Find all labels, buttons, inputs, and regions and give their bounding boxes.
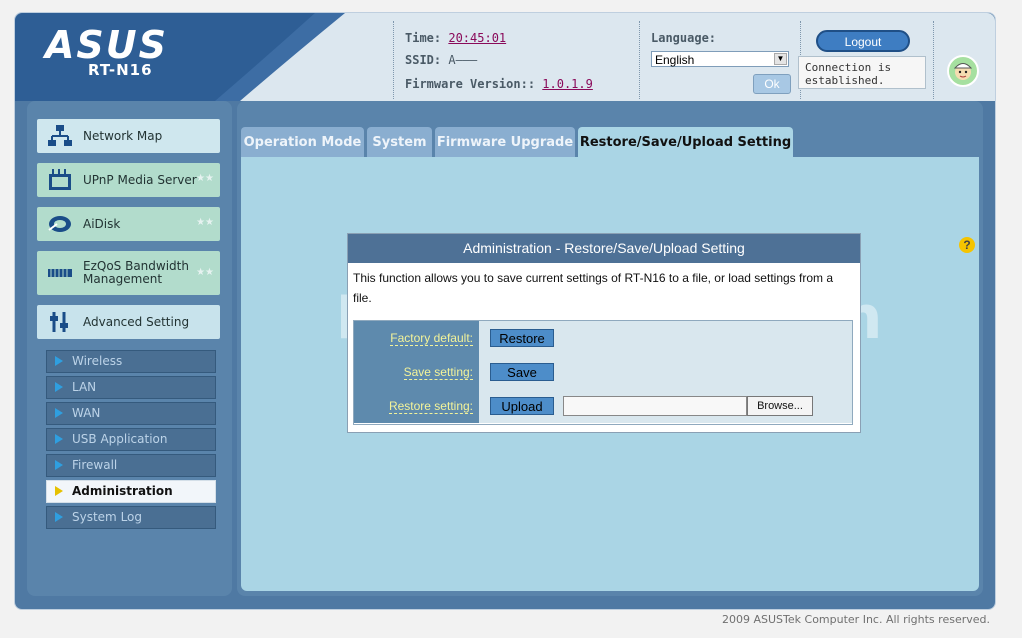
sidebar: Network Map UPnP Media Server ★★ AiDisk … bbox=[27, 101, 232, 596]
advanced-setting-icon bbox=[47, 310, 73, 334]
time-info: Time: 20:45:01 bbox=[405, 31, 506, 45]
sidebar-item-upnp-media-server[interactable]: UPnP Media Server ★★ bbox=[37, 163, 220, 197]
firmware-label: Firmware Version:: bbox=[405, 77, 536, 91]
firmware-info: Firmware Version:: 1.0.1.9 bbox=[405, 77, 593, 91]
sidebar-subitem-administration[interactable]: Administration bbox=[46, 480, 216, 503]
star-rating-icon: ★★ bbox=[196, 173, 214, 184]
language-ok-button[interactable]: Ok bbox=[753, 74, 791, 94]
router-admin-frame: ASUS RT-N16 Time: 20:45:01 SSID: A——— Fi… bbox=[14, 12, 996, 610]
ssid-label: SSID: bbox=[405, 53, 442, 67]
table-row-factory-default: Factory default: Restore bbox=[354, 321, 852, 356]
ssid-info: SSID: A——— bbox=[405, 53, 477, 67]
triangle-right-icon bbox=[55, 382, 63, 392]
browse-button[interactable]: Browse... bbox=[747, 396, 813, 416]
network-map-icon bbox=[47, 124, 73, 148]
sidebar-subitem-usb-application[interactable]: USB Application bbox=[46, 428, 216, 451]
star-rating-icon: ★★ bbox=[196, 267, 214, 278]
help-icon[interactable]: ? bbox=[959, 237, 975, 253]
aidisk-icon bbox=[47, 212, 73, 236]
sidebar-subitem-label: System Log bbox=[72, 510, 142, 524]
qos-icon bbox=[47, 261, 73, 285]
row-label: Restore setting: bbox=[354, 389, 479, 423]
triangle-right-icon bbox=[55, 486, 63, 496]
content-area: PcWinTech.com ? Administration - Restore… bbox=[241, 157, 979, 591]
divider bbox=[639, 21, 640, 99]
sidebar-subitem-wireless[interactable]: Wireless bbox=[46, 350, 216, 373]
divider bbox=[393, 21, 394, 99]
triangle-right-icon bbox=[55, 460, 63, 470]
sidebar-item-label: Advanced Setting bbox=[83, 314, 190, 329]
row-value: Restore bbox=[479, 321, 852, 355]
sidebar-item-advanced-setting[interactable]: Advanced Setting bbox=[37, 305, 220, 339]
sidebar-subitem-label: Firewall bbox=[72, 458, 118, 472]
sidebar-item-label: UPnP Media Server bbox=[83, 172, 197, 187]
language-label: Language: bbox=[651, 31, 717, 45]
footer-copyright: 2009 ASUSTek Computer Inc. All rights re… bbox=[722, 613, 990, 626]
triangle-right-icon bbox=[55, 512, 63, 522]
model-name: RT-N16 bbox=[88, 61, 153, 79]
triangle-right-icon bbox=[55, 408, 63, 418]
sidebar-subitem-system-log[interactable]: System Log bbox=[46, 506, 216, 529]
row-label: Factory default: bbox=[354, 321, 479, 355]
sidebar-subitem-wan[interactable]: WAN bbox=[46, 402, 216, 425]
chevron-down-icon[interactable]: ▼ bbox=[774, 53, 787, 65]
restore-button[interactable]: Restore bbox=[490, 329, 554, 347]
language-value: English bbox=[655, 53, 695, 67]
row-value: Save bbox=[479, 355, 852, 389]
file-path-input[interactable] bbox=[563, 396, 747, 416]
table-row-save-setting: Save setting: Save bbox=[354, 355, 852, 390]
user-avatar-icon bbox=[947, 55, 979, 87]
save-button[interactable]: Save bbox=[490, 363, 554, 381]
settings-table: Factory default: Restore Save setting: S… bbox=[353, 320, 853, 425]
time-value[interactable]: 20:45:01 bbox=[448, 31, 506, 45]
tab-system[interactable]: System bbox=[367, 127, 432, 159]
table-row-restore-setting: Restore setting: Upload Browse... bbox=[354, 389, 852, 423]
tab-firmware-upgrade[interactable]: Firmware Upgrade bbox=[435, 127, 575, 159]
sidebar-subitem-label: WAN bbox=[72, 406, 101, 420]
panel-description: This function allows you to save current… bbox=[353, 271, 834, 305]
main-panel: Operation Mode System Firmware Upgrade R… bbox=[237, 101, 983, 596]
firmware-version-link[interactable]: 1.0.1.9 bbox=[542, 77, 593, 91]
sidebar-subitem-label: LAN bbox=[72, 380, 97, 394]
sidebar-item-network-map[interactable]: Network Map bbox=[37, 119, 220, 153]
language-select[interactable]: English ▼ bbox=[651, 51, 789, 67]
sidebar-item-label: AiDisk bbox=[83, 216, 121, 231]
sidebar-subitem-firewall[interactable]: Firewall bbox=[46, 454, 216, 477]
upload-button[interactable]: Upload bbox=[490, 397, 554, 415]
panel-title: Administration - Restore/Save/Upload Set… bbox=[348, 234, 860, 263]
tab-operation-mode[interactable]: Operation Mode bbox=[241, 127, 364, 159]
logout-button[interactable]: Logout bbox=[816, 30, 910, 52]
connection-status: Connection is established. bbox=[798, 56, 926, 89]
row-label: Save setting: bbox=[354, 355, 479, 389]
media-server-icon bbox=[47, 168, 73, 192]
sidebar-item-aidisk[interactable]: AiDisk ★★ bbox=[37, 207, 220, 241]
sidebar-item-label: Network Map bbox=[83, 128, 163, 143]
triangle-right-icon bbox=[55, 434, 63, 444]
time-label: Time: bbox=[405, 31, 442, 45]
sidebar-item-ezqos[interactable]: EzQoS Bandwidth Management ★★ bbox=[37, 251, 220, 295]
star-rating-icon: ★★ bbox=[196, 217, 214, 228]
divider bbox=[933, 21, 934, 99]
tab-restore-save-upload[interactable]: Restore/Save/Upload Setting bbox=[578, 127, 793, 159]
triangle-right-icon bbox=[55, 356, 63, 366]
sidebar-subitem-lan[interactable]: LAN bbox=[46, 376, 216, 399]
sidebar-subitem-label: USB Application bbox=[72, 432, 168, 446]
sidebar-subitem-label: Wireless bbox=[72, 354, 123, 368]
admin-settings-box: Administration - Restore/Save/Upload Set… bbox=[347, 233, 861, 433]
header: ASUS RT-N16 Time: 20:45:01 SSID: A——— Fi… bbox=[15, 13, 995, 101]
ssid-value: A——— bbox=[448, 53, 478, 67]
sidebar-subitem-label: Administration bbox=[72, 484, 173, 498]
row-value: Upload Browse... bbox=[479, 389, 852, 423]
sidebar-item-label: EzQoS Bandwidth Management bbox=[83, 259, 189, 286]
